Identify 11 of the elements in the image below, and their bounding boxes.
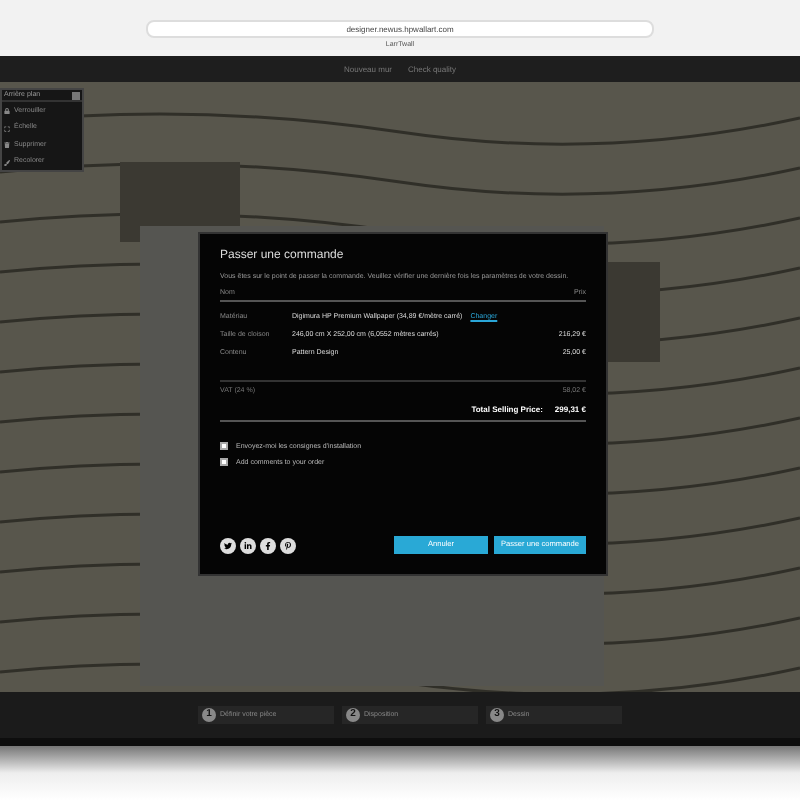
- tool-icon: [4, 142, 10, 148]
- twitter-icon[interactable]: [220, 537, 236, 553]
- checkbox[interactable]: [220, 442, 228, 451]
- panel-toggle[interactable]: [72, 91, 80, 100]
- tool-icon: [4, 108, 10, 114]
- tool-icon: [4, 125, 10, 131]
- linkedin-icon[interactable]: [240, 537, 256, 553]
- checkbox[interactable]: [220, 458, 228, 467]
- pinterest-icon[interactable]: [280, 537, 296, 553]
- tool-icon: [4, 159, 10, 165]
- facebook-icon[interactable]: [260, 537, 276, 553]
